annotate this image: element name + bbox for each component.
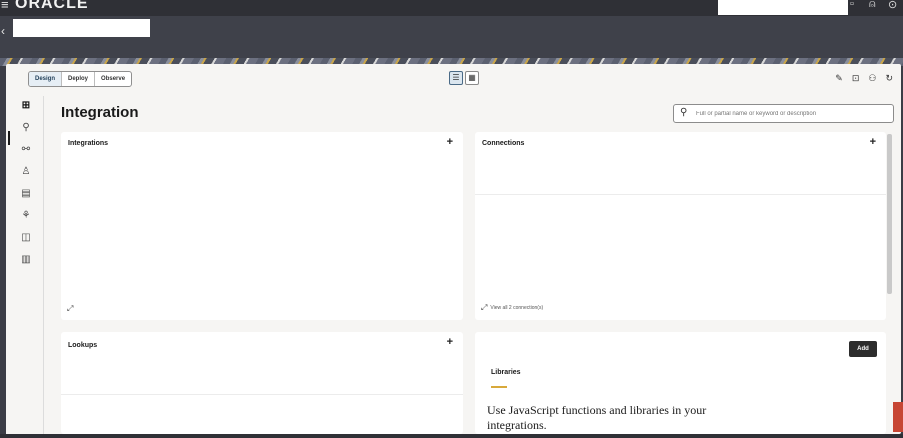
libraries-underline <box>491 386 507 388</box>
library-icon[interactable]: ◫ <box>19 232 33 243</box>
agent-icon[interactable]: ⚘ <box>19 210 33 221</box>
help-icon[interactable]: ▫ <box>850 0 854 10</box>
app-panel: Design Deploy Observe ☰ ▦ ✎ ⊡ ⚇ ↻ ⊞ ⚲ ⚯ … <box>6 64 901 434</box>
mode-observe-button[interactable]: Observe <box>95 72 131 86</box>
integrations-title: Integrations <box>68 140 109 147</box>
person-icon[interactable]: ♙ <box>19 166 33 177</box>
lookups-card: Lookups + <box>61 332 463 434</box>
user-icon[interactable]: ⊙ <box>888 0 897 11</box>
libraries-title: Libraries <box>491 369 521 376</box>
view-all-label: View all 2 connection(s) <box>490 305 544 311</box>
connections-title: Connections <box>482 140 525 147</box>
redacted-region <box>718 0 848 15</box>
view-toggle: ☰ ▦ <box>449 71 479 85</box>
lookups-title: Lookups <box>68 342 98 349</box>
refresh-icon[interactable]: ↻ <box>885 73 893 84</box>
integration-icon[interactable]: ⚲ <box>19 122 33 133</box>
divider <box>61 394 463 395</box>
add-library-button[interactable]: Add <box>849 341 877 357</box>
scrollbar[interactable] <box>887 134 892 294</box>
toolbar-icons: ✎ ⊡ ⚇ ↻ <box>835 73 893 84</box>
project-header: ‹ <box>0 16 903 58</box>
add-integration-button[interactable]: + <box>447 136 453 148</box>
home-grid-icon[interactable]: ⊞ <box>19 100 33 111</box>
hamburger-icon[interactable]: ≡ <box>1 0 9 12</box>
divider <box>475 194 886 195</box>
top-bar: ≡ ORACLE ▫ ⍝ ⊙ <box>0 0 903 16</box>
expand-icon[interactable]: ⤢ <box>67 304 73 314</box>
export-icon[interactable]: ⊡ <box>852 73 860 84</box>
grid-view-icon[interactable]: ▦ <box>465 71 479 85</box>
bottom-edge <box>0 434 903 438</box>
search-box[interactable]: ⚲ <box>673 104 894 123</box>
connections-icon[interactable]: ⚯ <box>19 144 33 155</box>
libraries-card: Add Libraries Use JavaScript functions a… <box>475 332 886 434</box>
table-icon[interactable]: ▤ <box>19 188 33 199</box>
notification-icon[interactable]: ⍝ <box>869 0 876 11</box>
libraries-description: Use JavaScript functions and libraries i… <box>487 403 707 432</box>
add-connection-button[interactable]: + <box>870 136 876 148</box>
page-title: Integration <box>61 104 139 121</box>
list-view-icon[interactable]: ☰ <box>449 71 463 85</box>
view-all-connections-link[interactable]: ⤢ View all 2 connection(s) <box>481 303 543 313</box>
mode-deploy-button[interactable]: Deploy <box>62 72 96 86</box>
mode-switcher: Design Deploy Observe <box>28 71 133 87</box>
connections-card: Connections + ⤢ View all 2 connection(s) <box>475 132 886 320</box>
users-icon[interactable]: ⚇ <box>868 73 876 84</box>
mode-design-button[interactable]: Design <box>29 72 63 86</box>
integrations-card: Integrations + ⤢ <box>61 132 463 320</box>
oracle-logo: ORACLE <box>15 0 89 12</box>
edit-icon[interactable]: ✎ <box>835 73 843 84</box>
redacted-project-name <box>13 19 150 37</box>
expand-icon: ⤢ <box>481 303 488 312</box>
feedback-tab[interactable] <box>893 402 903 432</box>
search-icon: ⚲ <box>680 107 688 118</box>
left-nav-rail: ⊞ ⚲ ⚯ ♙ ▤ ⚘ ◫ ▥ <box>6 96 44 434</box>
chevron-left-icon[interactable]: ‹ <box>1 24 5 38</box>
search-input[interactable] <box>696 107 886 121</box>
report-icon[interactable]: ▥ <box>19 254 33 265</box>
add-lookup-button[interactable]: + <box>447 336 453 348</box>
active-indicator <box>8 131 10 145</box>
